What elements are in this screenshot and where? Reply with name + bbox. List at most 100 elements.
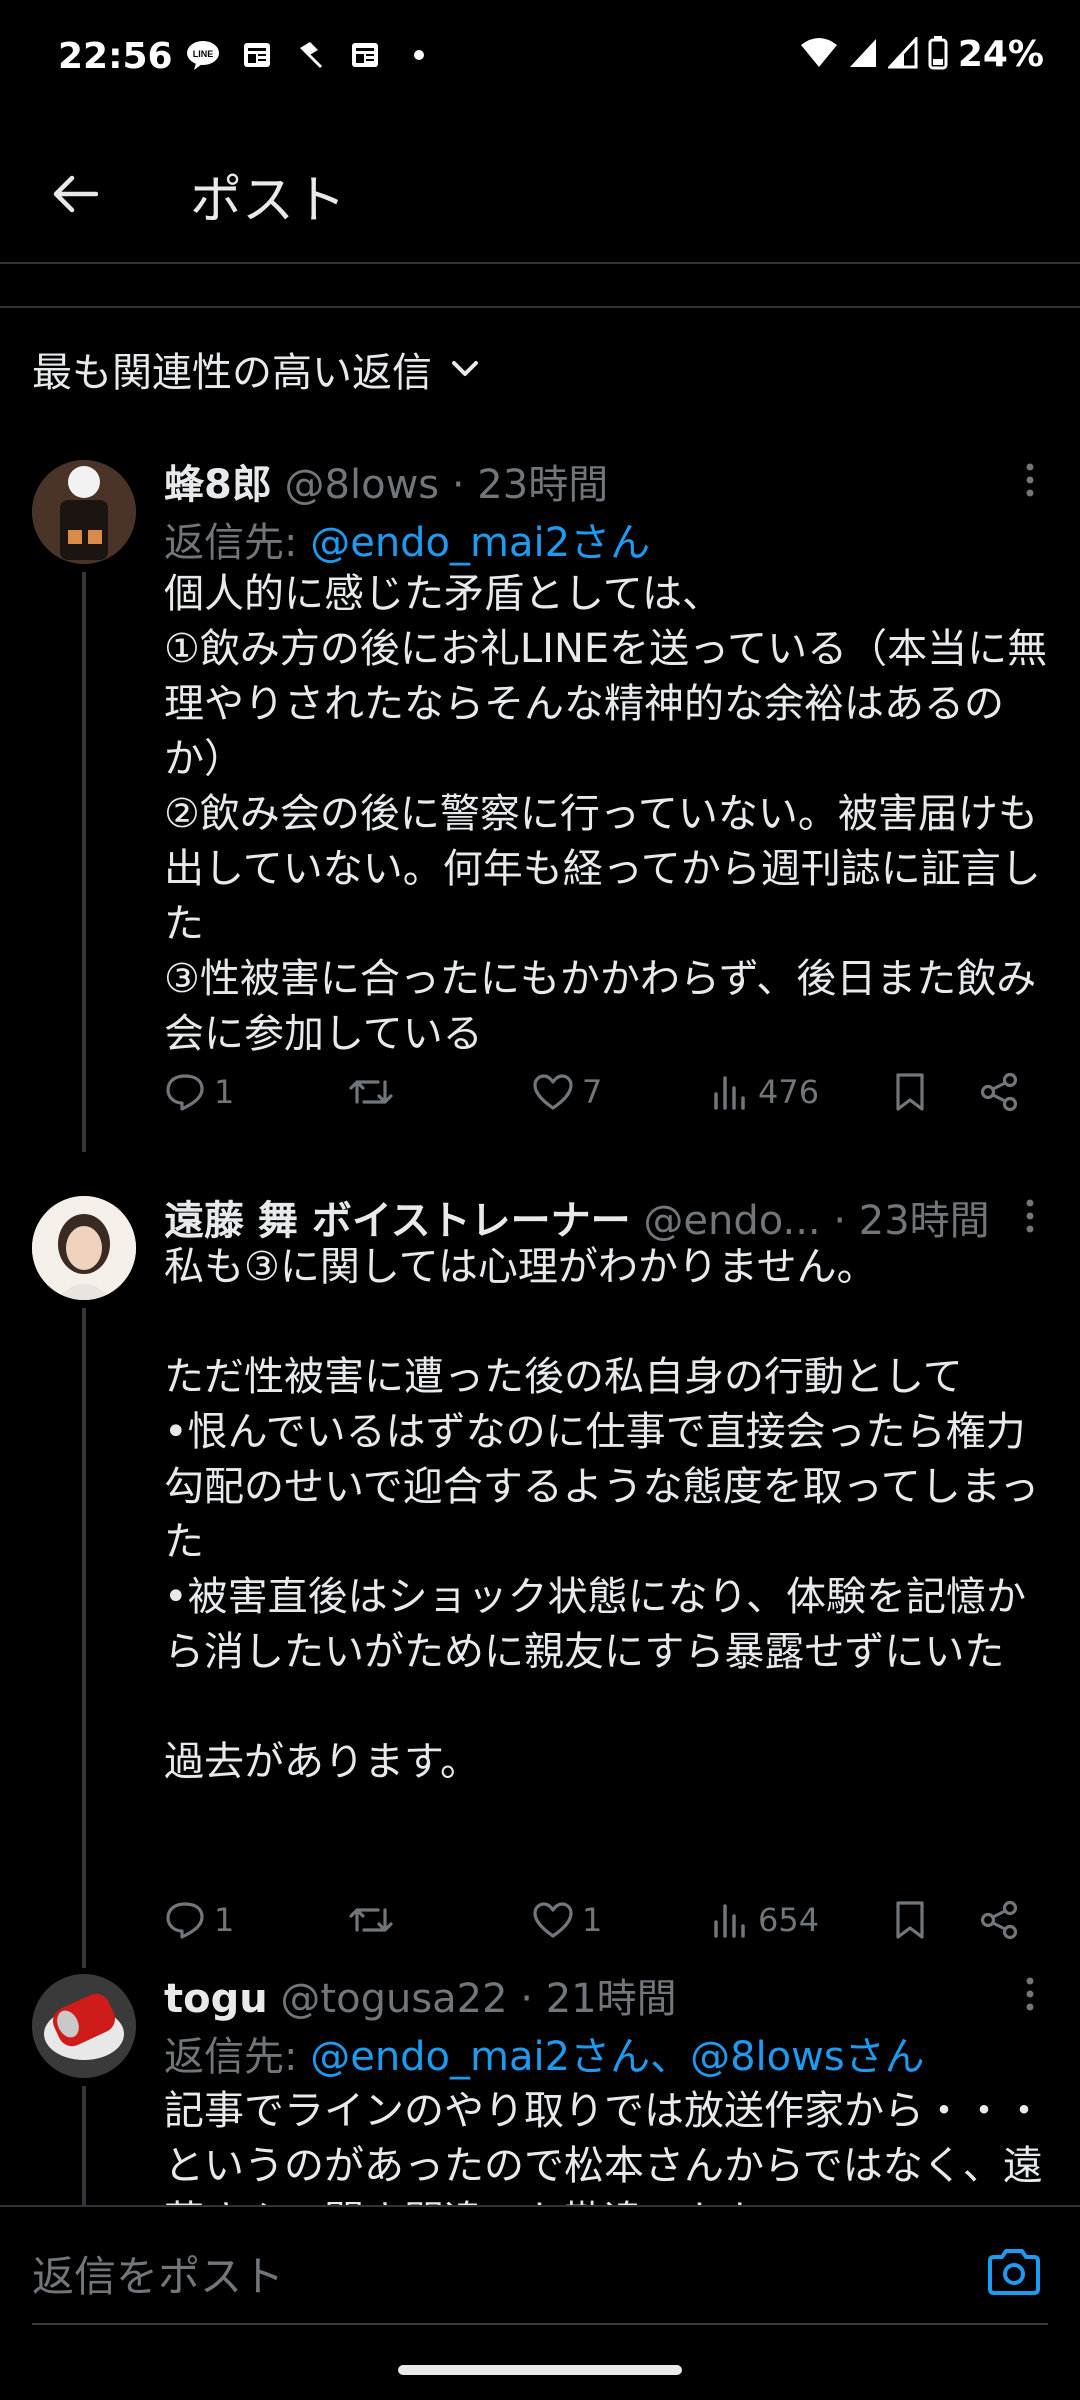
more-vertical-icon — [1026, 463, 1034, 497]
battery-icon — [928, 35, 948, 74]
reply-icon — [166, 1074, 204, 1111]
repost-icon — [349, 1908, 393, 1932]
more-notifications-icon — [402, 38, 436, 72]
tweet[interactable]: togu @togusa22 · 21時間 返信先: @endo_mai2さん、… — [0, 1966, 1080, 2205]
news-icon — [240, 38, 274, 72]
handle-time: @8lows · 23時間 — [271, 462, 609, 508]
sort-label: 最も関連性の高い返信 — [32, 350, 432, 396]
more-button[interactable] — [1010, 1974, 1050, 2014]
share-icon — [980, 1900, 1018, 1940]
more-vertical-icon — [1026, 1977, 1034, 2011]
bookmark-button[interactable] — [892, 1064, 928, 1120]
tweet-line: •被害直後はショック状態になり、体験を記憶から消したいがために親友にすら暴露せず… — [164, 1574, 1026, 1675]
line-app-icon: LINE — [186, 38, 220, 72]
bookmark-icon — [896, 1073, 924, 1111]
reply-input[interactable]: 返信をポスト — [32, 2243, 284, 2304]
reply-to-label: 返信先: — [164, 520, 311, 566]
thread-line — [82, 572, 86, 1152]
tweet-line — [164, 1295, 1054, 1350]
author-name[interactable]: 遠藤 舞 ボイストレーナー — [164, 1198, 631, 1244]
views-button[interactable]: 654 — [710, 1892, 819, 1948]
camera-button[interactable] — [986, 2247, 1042, 2297]
system-status: 24% — [800, 34, 1044, 75]
handle-time: @endo... · 23時間 — [630, 1198, 990, 1244]
like-count: 7 — [582, 1073, 603, 1111]
tweet[interactable]: 遠藤 舞 ボイストレーナー @endo... · 23時間 私も③に関しては心理… — [0, 1188, 1080, 1968]
battery-percent: 24% — [957, 34, 1044, 75]
reply-count: 1 — [214, 1073, 235, 1111]
reply-icon — [166, 1902, 204, 1939]
analytics-icon — [714, 1904, 745, 1938]
reply-to-link[interactable]: @endo_mai2さん — [310, 520, 650, 566]
share-button[interactable] — [978, 1064, 1020, 1120]
tweet-header: 遠藤 舞 ボイストレーナー @endo... · 23時間 — [164, 1188, 1060, 1244]
tweet-line: 過去があります。 — [164, 1739, 480, 1785]
camera-icon — [988, 2249, 1040, 2295]
status-bar: 22:56 LINE 24% — [0, 0, 1080, 118]
more-button[interactable] — [1010, 1196, 1050, 1236]
repost-button[interactable] — [348, 1892, 402, 1948]
repost-icon — [349, 1080, 393, 1104]
tweet-header: 蜂8郎 @8lows · 23時間 — [164, 452, 1060, 508]
author-name[interactable]: togu — [164, 1976, 268, 2022]
tweet[interactable]: 蜂8郎 @8lows · 23時間 返信先: @endo_mai2さん 個人的に… — [0, 452, 1080, 1152]
section-divider — [0, 306, 1080, 308]
analytics-icon — [714, 1076, 745, 1110]
status-time: 22:56 — [58, 36, 173, 77]
page-title: ポスト — [190, 171, 347, 231]
share-icon — [980, 1072, 1018, 1112]
wifi-icon — [800, 37, 838, 73]
tweet-actions: 1 7 476 — [164, 1064, 1064, 1120]
repost-button[interactable] — [348, 1064, 402, 1120]
tweet-line — [164, 1680, 1054, 1735]
views-button[interactable]: 476 — [710, 1064, 819, 1120]
reply-sort-selector[interactable]: 最も関連性の高い返信 — [32, 340, 480, 398]
tweet-line: ③性被害に合ったにもかかわらず、後日また飲み会に参加している — [164, 956, 1037, 1057]
avatar[interactable] — [32, 1196, 136, 1300]
author-name[interactable]: 蜂8郎 — [164, 462, 272, 508]
like-button[interactable]: 1 — [532, 1892, 602, 1948]
top-bar: ポスト — [0, 128, 1080, 258]
reply-to-link[interactable]: @endo_mai2さん、@8lowsさん — [310, 2034, 924, 2080]
bookmark-icon — [896, 1901, 924, 1939]
svg-text:LINE: LINE — [193, 49, 214, 59]
reply-to: 返信先: @endo_mai2さん、@8lowsさん — [164, 2024, 925, 2082]
tweet-text: 私も③に関しては心理がわかりません。 ただ性被害に遭った後の私自身の行動として … — [164, 1240, 1054, 1790]
arrow-left-icon — [53, 175, 98, 213]
reply-composer[interactable]: 返信をポスト — [0, 2205, 1080, 2327]
home-indicator[interactable] — [398, 2365, 682, 2375]
avatar[interactable] — [32, 1974, 136, 2078]
reply-to-label: 返信先: — [164, 2034, 311, 2080]
view-count: 654 — [758, 1901, 820, 1939]
reply-count: 1 — [214, 1901, 235, 1939]
tweet-text: 個人的に感じた矛盾としては、 ①飲み方の後にお礼LINEを送っている（本当に無理… — [164, 567, 1054, 1062]
avatar[interactable] — [32, 460, 136, 564]
more-vertical-icon — [1026, 1199, 1034, 1233]
tweet-line: •恨んでいるはずなのに仕事で直接会ったら権力勾配のせいで迎合するような態度を取っ… — [164, 1409, 1040, 1565]
thread-line — [82, 1308, 86, 1968]
more-button[interactable] — [1010, 460, 1050, 500]
heart-icon — [533, 1074, 573, 1110]
reply-to: 返信先: @endo_mai2さん — [164, 510, 650, 568]
news-icon-2 — [348, 38, 382, 72]
hammer-icon — [294, 38, 328, 72]
signal-icon-2 — [886, 34, 918, 73]
chevron-down-icon — [452, 361, 478, 376]
view-count: 476 — [758, 1073, 820, 1111]
back-button[interactable] — [42, 162, 106, 226]
tweet-line: ただ性被害に遭った後の私自身の行動として — [164, 1354, 963, 1400]
header-divider — [0, 262, 1080, 264]
tweet-actions: 1 1 654 — [164, 1892, 1064, 1948]
bookmark-button[interactable] — [892, 1892, 928, 1948]
like-count: 1 — [582, 1901, 603, 1939]
reply-button[interactable]: 1 — [164, 1892, 234, 1948]
tweet-text: 記事でラインのやり取りでは放送作家から・・・というのがあったので松本さんからでは… — [164, 2084, 1054, 2205]
tweet-line: ②飲み会の後に警察に行っていない。被害届けも出していない。何年も経ってから週刊誌… — [164, 791, 1041, 947]
tweet-line: ①飲み方の後にお礼LINEを送っている（本当に無理やりされたならそんな精神的な余… — [164, 626, 1048, 782]
share-button[interactable] — [978, 1892, 1020, 1948]
like-button[interactable]: 7 — [532, 1064, 602, 1120]
reply-button[interactable]: 1 — [164, 1064, 234, 1120]
handle-time: @togusa22 · 21時間 — [267, 1976, 677, 2022]
heart-icon — [533, 1902, 573, 1938]
thread-line — [82, 2086, 86, 2205]
